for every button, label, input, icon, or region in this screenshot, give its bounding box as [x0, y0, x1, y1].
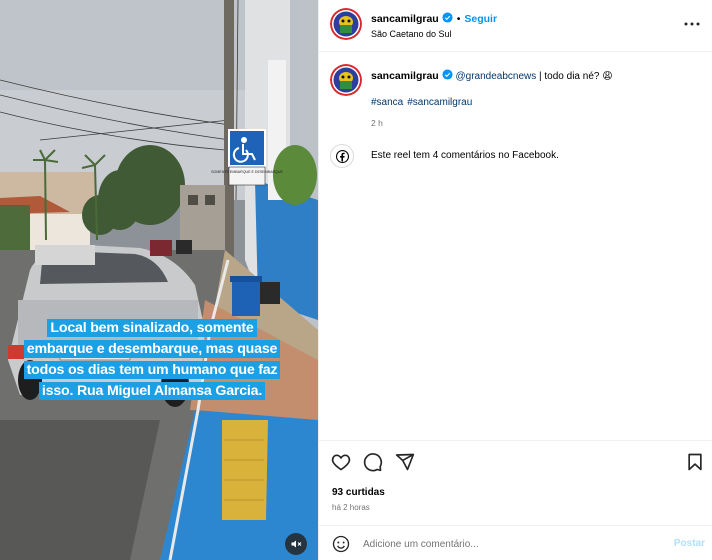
location-link[interactable]: São Caetano do Sul — [371, 29, 452, 39]
comment-icon[interactable] — [363, 452, 383, 472]
add-comment-bar: Postar — [319, 525, 712, 560]
post-side-panel: sancamilgrau •Seguir São Caetano do Sul — [318, 0, 712, 560]
verified-badge-icon — [442, 69, 453, 80]
caption-text: sancamilgrau @grandeabcnews | todo dia n… — [371, 69, 691, 83]
caption-body: | todo dia né? 😩 — [536, 71, 613, 82]
sign-label: SOMENTE EMBARQUE E DESEMBARQUE — [211, 170, 283, 174]
speaker-muted-icon — [291, 540, 302, 548]
facebook-icon — [330, 144, 354, 168]
reel-media[interactable]: SOMENTE EMBARQUE E DESEMBARQUE Local bem… — [0, 0, 318, 560]
hashtag-link[interactable]: #sancamilgrau — [407, 97, 472, 108]
instagram-post-view: SOMENTE EMBARQUE E DESEMBARQUE Local bem… — [0, 0, 712, 560]
facebook-comments-notice: Este reel tem 4 comentários no Facebook. — [330, 144, 700, 168]
likes-count[interactable]: 93 curtidas — [332, 487, 385, 498]
caption-avatar[interactable] — [330, 64, 362, 96]
bookmark-icon[interactable] — [685, 452, 705, 472]
hashtag-link[interactable]: #sanca — [371, 97, 403, 108]
street-scene-image: SOMENTE EMBARQUE E DESEMBARQUE — [0, 0, 318, 560]
more-horizontal-icon[interactable] — [683, 17, 701, 31]
heart-icon[interactable] — [331, 452, 351, 472]
verified-badge-icon — [442, 12, 453, 23]
emoji-icon[interactable] — [332, 535, 350, 553]
video-overlay-caption: Local bem sinalizado, somente embarque e… — [14, 318, 290, 402]
username-link[interactable]: sancamilgrau — [371, 13, 439, 25]
mute-button[interactable] — [285, 533, 307, 555]
follow-button[interactable]: Seguir — [464, 13, 497, 25]
overlay-caption-text: Local bem sinalizado, somente embarque e… — [23, 319, 281, 400]
post-comment-button[interactable]: Postar — [674, 538, 705, 549]
caption-timestamp: 2 h — [371, 118, 383, 128]
action-bar: 93 curtidas há 2 horas — [319, 440, 712, 524]
comment-input[interactable] — [363, 535, 643, 553]
mention-link[interactable]: @grandeabcnews — [455, 71, 536, 82]
hashtags: #sanca #sancamilgrau — [371, 97, 476, 108]
avatar[interactable] — [330, 8, 362, 40]
post-time-ago: há 2 horas — [332, 503, 370, 512]
facebook-comments-text: Este reel tem 4 comentários no Facebook. — [371, 150, 559, 161]
header-user-line: sancamilgrau • Seguir — [371, 12, 497, 25]
share-icon[interactable] — [395, 452, 415, 472]
caption-username[interactable]: sancamilgrau — [371, 70, 439, 82]
post-header: sancamilgrau • Seguir São Caetano do Sul — [319, 0, 712, 52]
separator-dot: • — [456, 13, 461, 25]
